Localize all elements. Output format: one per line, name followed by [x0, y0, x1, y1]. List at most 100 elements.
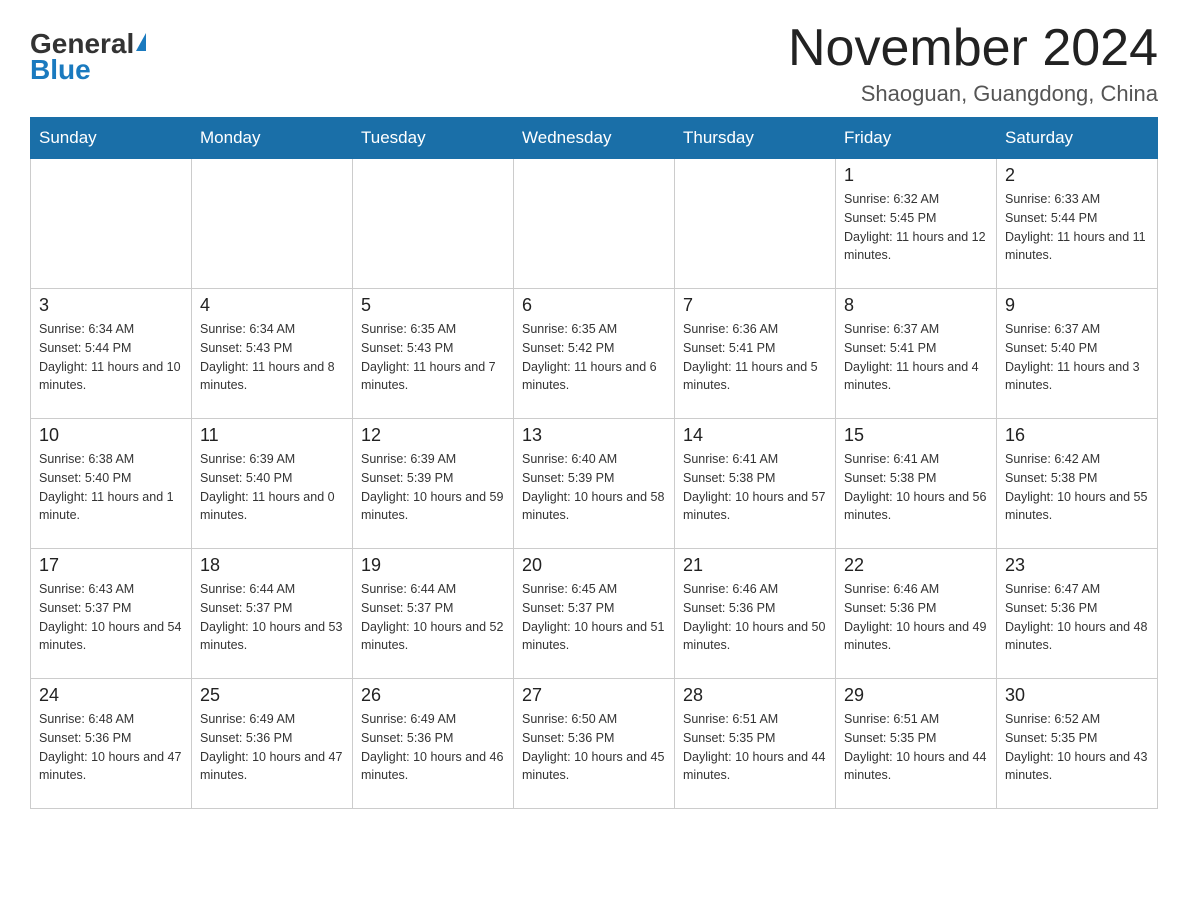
calendar-cell: 11Sunrise: 6:39 AM Sunset: 5:40 PM Dayli…	[192, 419, 353, 549]
day-number: 21	[683, 555, 827, 576]
calendar-cell: 18 Sunrise: 6:44 AM Sunset: 5:37 PM Dayli…	[192, 549, 353, 679]
day-number: 16	[1005, 425, 1149, 446]
calendar-week-4: 17Sunrise: 6:43 AM Sunset: 5:37 PM Dayli…	[31, 549, 1158, 679]
day-info: Sunrise: 6:49 AM Sunset: 5:36 PM Dayligh…	[200, 710, 344, 785]
day-info: Sunrise: 6:37 AM Sunset: 5:40 PM Dayligh…	[1005, 320, 1149, 395]
day-number: 7	[683, 295, 827, 316]
day-number: 24	[39, 685, 183, 706]
calendar-cell: 10 Sunrise: 6:38 AM Sunset: 5:40 PM Dayli…	[31, 419, 192, 549]
day-info: Sunrise: 6:47 AM Sunset: 5:36 PM Dayligh…	[1005, 580, 1149, 655]
day-number: 9	[1005, 295, 1149, 316]
day-info: Sunrise: 6:42 AM Sunset: 5:38 PM Dayligh…	[1005, 450, 1149, 525]
day-number: 13	[522, 425, 666, 446]
calendar-week-2: 3 Sunrise: 6:34 AM Sunset: 5:44 PM Daylig…	[31, 289, 1158, 419]
day-info: Sunrise: 6:34 AM Sunset: 5:43 PM Dayligh…	[200, 320, 344, 395]
logo-triangle-icon	[136, 33, 146, 51]
calendar-cell	[353, 159, 514, 289]
weekday-header-friday: Friday	[836, 118, 997, 159]
title-section: November 2024 Shaoguan, Guangdong, China	[788, 20, 1158, 107]
day-number: 10	[39, 425, 183, 446]
day-info: Sunrise: 6:44 AM Sunset: 5:37 PM Dayligh…	[361, 580, 505, 655]
day-number: 11	[200, 425, 344, 446]
calendar-cell: 9 Sunrise: 6:37 AM Sunset: 5:40 PM Daylig…	[997, 289, 1158, 419]
day-number: 4	[200, 295, 344, 316]
calendar-table: SundayMondayTuesdayWednesdayThursdayFrid…	[30, 117, 1158, 809]
weekday-header-sunday: Sunday	[31, 118, 192, 159]
calendar-cell: 21 Sunrise: 6:46 AM Sunset: 5:36 PM Dayli…	[675, 549, 836, 679]
day-info: Sunrise: 6:49 AM Sunset: 5:36 PM Dayligh…	[361, 710, 505, 785]
day-info: Sunrise: 6:46 AM Sunset: 5:36 PM Dayligh…	[683, 580, 827, 655]
day-info: Sunrise: 6:48 AM Sunset: 5:36 PM Dayligh…	[39, 710, 183, 785]
day-info: Sunrise: 6:39 AM Sunset: 5:39 PM Dayligh…	[361, 450, 505, 525]
calendar-cell	[675, 159, 836, 289]
day-number: 26	[361, 685, 505, 706]
day-number: 28	[683, 685, 827, 706]
calendar-cell	[31, 159, 192, 289]
weekday-header-monday: Monday	[192, 118, 353, 159]
calendar-cell: 19 Sunrise: 6:44 AM Sunset: 5:37 PM Dayli…	[353, 549, 514, 679]
day-number: 17	[39, 555, 183, 576]
calendar-cell: 1 Sunrise: 6:32 AM Sunset: 5:45 PM Daylig…	[836, 159, 997, 289]
day-info: Sunrise: 6:36 AM Sunset: 5:41 PM Dayligh…	[683, 320, 827, 395]
day-info: Sunrise: 6:40 AM Sunset: 5:39 PM Dayligh…	[522, 450, 666, 525]
day-info: Sunrise: 6:34 AM Sunset: 5:44 PM Dayligh…	[39, 320, 183, 395]
day-info: Sunrise: 6:37 AM Sunset: 5:41 PM Dayligh…	[844, 320, 988, 395]
day-info: Sunrise: 6:46 AM Sunset: 5:36 PM Dayligh…	[844, 580, 988, 655]
calendar-cell: 28 Sunrise: 6:51 AM Sunset: 5:35 PM Dayli…	[675, 679, 836, 809]
day-number: 19	[361, 555, 505, 576]
day-number: 5	[361, 295, 505, 316]
day-number: 27	[522, 685, 666, 706]
month-title: November 2024	[788, 20, 1158, 77]
calendar-cell: 4 Sunrise: 6:34 AM Sunset: 5:43 PM Daylig…	[192, 289, 353, 419]
day-info: Sunrise: 6:32 AM Sunset: 5:45 PM Dayligh…	[844, 190, 988, 265]
weekday-header-saturday: Saturday	[997, 118, 1158, 159]
calendar-cell: 14 Sunrise: 6:41 AM Sunset: 5:38 PM Dayli…	[675, 419, 836, 549]
day-number: 25	[200, 685, 344, 706]
day-info: Sunrise: 6:38 AM Sunset: 5:40 PM Dayligh…	[39, 450, 183, 525]
day-info: Sunrise: 6:44 AM Sunset: 5:37 PM Dayligh…	[200, 580, 344, 655]
calendar-header-row: SundayMondayTuesdayWednesdayThursdayFrid…	[31, 118, 1158, 159]
page-header: General Blue November 2024 Shaoguan, Gua…	[30, 20, 1158, 107]
day-number: 30	[1005, 685, 1149, 706]
day-number: 22	[844, 555, 988, 576]
calendar-cell: 7 Sunrise: 6:36 AM Sunset: 5:41 PM Daylig…	[675, 289, 836, 419]
calendar-cell: 25 Sunrise: 6:49 AM Sunset: 5:36 PM Dayli…	[192, 679, 353, 809]
logo-blue: Blue	[30, 54, 91, 86]
calendar-cell: 30Sunrise: 6:52 AM Sunset: 5:35 PM Dayli…	[997, 679, 1158, 809]
day-number: 12	[361, 425, 505, 446]
day-number: 18	[200, 555, 344, 576]
day-number: 2	[1005, 165, 1149, 186]
calendar-cell: 24 Sunrise: 6:48 AM Sunset: 5:36 PM Dayli…	[31, 679, 192, 809]
weekday-header-tuesday: Tuesday	[353, 118, 514, 159]
calendar-cell	[514, 159, 675, 289]
weekday-header-thursday: Thursday	[675, 118, 836, 159]
calendar-cell: 6Sunrise: 6:35 AM Sunset: 5:42 PM Daylig…	[514, 289, 675, 419]
day-number: 14	[683, 425, 827, 446]
day-number: 1	[844, 165, 988, 186]
day-number: 29	[844, 685, 988, 706]
calendar-cell: 12 Sunrise: 6:39 AM Sunset: 5:39 PM Dayli…	[353, 419, 514, 549]
calendar-cell: 16 Sunrise: 6:42 AM Sunset: 5:38 PM Dayli…	[997, 419, 1158, 549]
day-info: Sunrise: 6:41 AM Sunset: 5:38 PM Dayligh…	[683, 450, 827, 525]
calendar-cell: 20Sunrise: 6:45 AM Sunset: 5:37 PM Dayli…	[514, 549, 675, 679]
location: Shaoguan, Guangdong, China	[788, 81, 1158, 107]
calendar-cell: 15 Sunrise: 6:41 AM Sunset: 5:38 PM Dayli…	[836, 419, 997, 549]
day-number: 6	[522, 295, 666, 316]
calendar-cell: 13 Sunrise: 6:40 AM Sunset: 5:39 PM Dayli…	[514, 419, 675, 549]
day-info: Sunrise: 6:33 AM Sunset: 5:44 PM Dayligh…	[1005, 190, 1149, 265]
day-info: Sunrise: 6:51 AM Sunset: 5:35 PM Dayligh…	[683, 710, 827, 785]
day-info: Sunrise: 6:45 AM Sunset: 5:37 PM Dayligh…	[522, 580, 666, 655]
day-info: Sunrise: 6:51 AM Sunset: 5:35 PM Dayligh…	[844, 710, 988, 785]
calendar-week-5: 24 Sunrise: 6:48 AM Sunset: 5:36 PM Dayli…	[31, 679, 1158, 809]
logo: General Blue	[30, 30, 146, 86]
day-number: 3	[39, 295, 183, 316]
calendar-cell: 17Sunrise: 6:43 AM Sunset: 5:37 PM Dayli…	[31, 549, 192, 679]
calendar-cell: 22 Sunrise: 6:46 AM Sunset: 5:36 PM Dayli…	[836, 549, 997, 679]
day-number: 15	[844, 425, 988, 446]
calendar-cell: 27Sunrise: 6:50 AM Sunset: 5:36 PM Dayli…	[514, 679, 675, 809]
weekday-header-wednesday: Wednesday	[514, 118, 675, 159]
day-number: 8	[844, 295, 988, 316]
day-info: Sunrise: 6:35 AM Sunset: 5:43 PM Dayligh…	[361, 320, 505, 395]
day-number: 23	[1005, 555, 1149, 576]
day-info: Sunrise: 6:41 AM Sunset: 5:38 PM Dayligh…	[844, 450, 988, 525]
